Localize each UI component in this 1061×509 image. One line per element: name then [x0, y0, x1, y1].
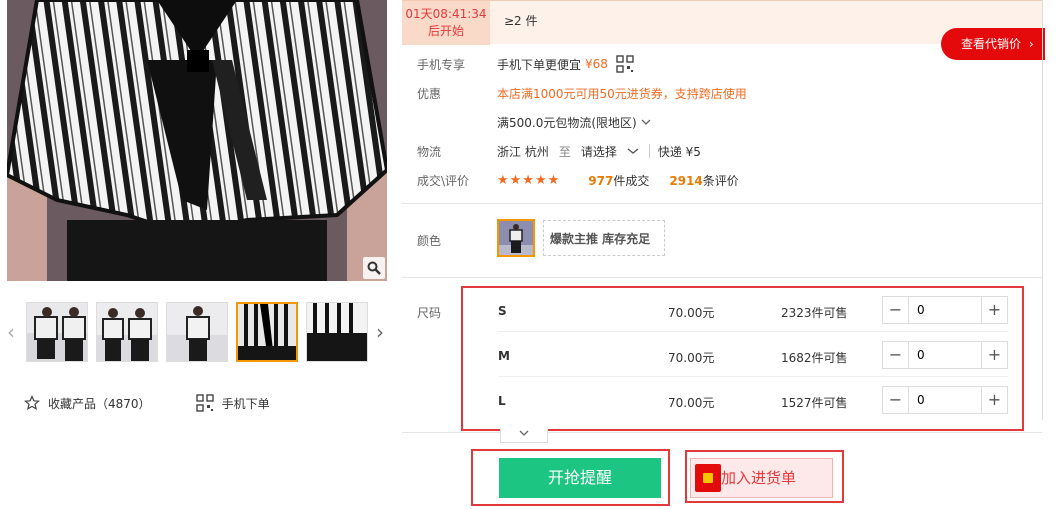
expand-sizes-button[interactable]: [500, 429, 548, 443]
quantity-input[interactable]: [909, 342, 981, 368]
size-row-l: L 70.00元 1527件可售 − +: [498, 378, 1008, 422]
thumbnail[interactable]: [96, 302, 158, 362]
quantity-stepper: − +: [882, 386, 1008, 414]
increase-button[interactable]: +: [981, 387, 1007, 413]
rating-stars: ★★★★★: [497, 172, 561, 188]
qr-code-icon[interactable]: [616, 55, 634, 73]
ship-origin: 浙江 杭州: [497, 144, 549, 159]
chevron-down-icon: [641, 119, 651, 125]
mobile-order-label: 手机下单: [221, 396, 270, 411]
size-stock: 1527件可售: [781, 396, 848, 410]
color-swatch[interactable]: [497, 219, 535, 257]
size-label: 尺码: [417, 306, 442, 320]
countdown-time: 01天08:41:34: [405, 7, 487, 21]
color-tag: 爆款主推 库存充足: [543, 220, 665, 256]
mobile-exclusive-row: 手机下单更便宜 ¥68: [497, 54, 634, 74]
favorite-product-button[interactable]: 收藏产品（4870）: [24, 395, 151, 412]
quantity-input[interactable]: [909, 387, 981, 413]
thumbnail-active[interactable]: [236, 302, 298, 362]
increase-button[interactable]: +: [981, 342, 1007, 368]
chevron-down-icon: [519, 430, 529, 436]
countdown-label: 后开始: [427, 24, 464, 38]
product-photo: [7, 0, 387, 281]
logistics-row: 浙江 杭州 至 请选择 快递 ¥5: [497, 141, 701, 161]
increase-button[interactable]: +: [981, 297, 1007, 323]
decrease-button[interactable]: −: [883, 297, 909, 323]
express-fee: 快递 ¥5: [657, 144, 701, 159]
discount-coupon-text[interactable]: 本店满1000元可用50元进货券，支持跨店使用: [497, 83, 747, 103]
thumbnail[interactable]: [26, 302, 88, 362]
deal-count-link[interactable]: 977件成交: [588, 172, 649, 189]
thumbnail-strip: ‹ ›: [0, 300, 395, 364]
decrease-button[interactable]: −: [883, 387, 909, 413]
size-stock: 1682件可售: [781, 351, 848, 365]
review-count-link[interactable]: 2914条评价: [669, 172, 738, 189]
deal-count: 977: [588, 173, 614, 188]
destination-select[interactable]: 请选择: [581, 143, 639, 160]
size-name: M: [498, 349, 510, 363]
logistics-label: 物流: [417, 145, 442, 159]
chevron-right-icon: ›: [1028, 37, 1034, 51]
quantity-stepper: − +: [882, 341, 1008, 369]
quantity-stepper: − +: [882, 296, 1008, 324]
min-order-quantity: ≥2 件: [504, 14, 538, 28]
mobile-price: ¥68: [585, 57, 608, 71]
color-label: 颜色: [417, 234, 442, 248]
favorite-row: 收藏产品（4870） 手机下单: [24, 393, 270, 413]
section-divider: [402, 432, 1042, 433]
destination-placeholder: 请选择: [580, 144, 617, 159]
countdown-box: 01天08:41:34 后开始: [402, 1, 490, 45]
mobile-exclusive-label: 手机专享: [417, 58, 466, 72]
view-agent-price-button[interactable]: 查看代销价 ›: [941, 28, 1045, 60]
qr-code-icon: [195, 394, 214, 412]
chevron-right-icon[interactable]: ›: [373, 320, 387, 344]
chevron-down-icon: [627, 148, 639, 154]
add-to-purchase-list-button[interactable]: 加入进货单: [690, 458, 833, 498]
size-name: S: [498, 304, 507, 318]
size-price: 70.00元: [668, 306, 715, 320]
deals-reviews-label: 成交\评价: [417, 174, 470, 188]
review-count: 2914: [669, 173, 703, 188]
agent-price-label: 查看代销价: [961, 37, 1022, 51]
free-shipping-dropdown[interactable]: 满500.0元包物流(限地区): [497, 112, 651, 132]
review-unit: 条评价: [702, 173, 739, 188]
section-divider: [402, 203, 1042, 204]
start-reminder-button[interactable]: 开抢提醒: [499, 458, 661, 498]
purchase-list-icon: [695, 464, 721, 492]
favorite-label: 收藏产品: [48, 396, 97, 411]
mobile-exclusive-text: 手机下单更便宜: [497, 57, 582, 72]
main-product-image[interactable]: [7, 0, 387, 281]
thumbnail[interactable]: [166, 302, 228, 362]
size-price: 70.00元: [668, 351, 715, 365]
deal-unit: 件成交: [613, 173, 650, 188]
size-stock: 2323件可售: [781, 306, 848, 320]
divider: [648, 144, 650, 158]
chevron-left-icon[interactable]: ‹: [4, 320, 18, 344]
size-name: L: [498, 394, 506, 408]
discount-label: 优惠: [417, 87, 442, 101]
favorite-count: （4870）: [96, 396, 151, 411]
panel-border: [1042, 0, 1043, 420]
size-row-s: S 70.00元 2323件可售 − +: [498, 288, 1008, 332]
decrease-button[interactable]: −: [883, 342, 909, 368]
free-shipping-text: 满500.0元包物流(限地区): [497, 115, 637, 130]
ship-to-text: 至: [558, 144, 571, 159]
add-to-purchase-label: 加入进货单: [721, 469, 797, 487]
zoom-icon[interactable]: [363, 257, 385, 279]
mobile-order-button[interactable]: 手机下单: [195, 394, 270, 412]
star-outline-icon: [24, 395, 40, 411]
size-table: S 70.00元 2323件可售 − + M 70.00元 1682件可售 − …: [461, 286, 1024, 431]
section-divider: [402, 277, 1042, 278]
deals-reviews-row: ★★★★★ 977件成交 2914条评价: [497, 170, 739, 190]
size-row-m: M 70.00元 1682件可售 − +: [498, 333, 1008, 377]
size-price: 70.00元: [668, 396, 715, 410]
thumbnail[interactable]: [306, 302, 368, 362]
quantity-input[interactable]: [909, 297, 981, 323]
